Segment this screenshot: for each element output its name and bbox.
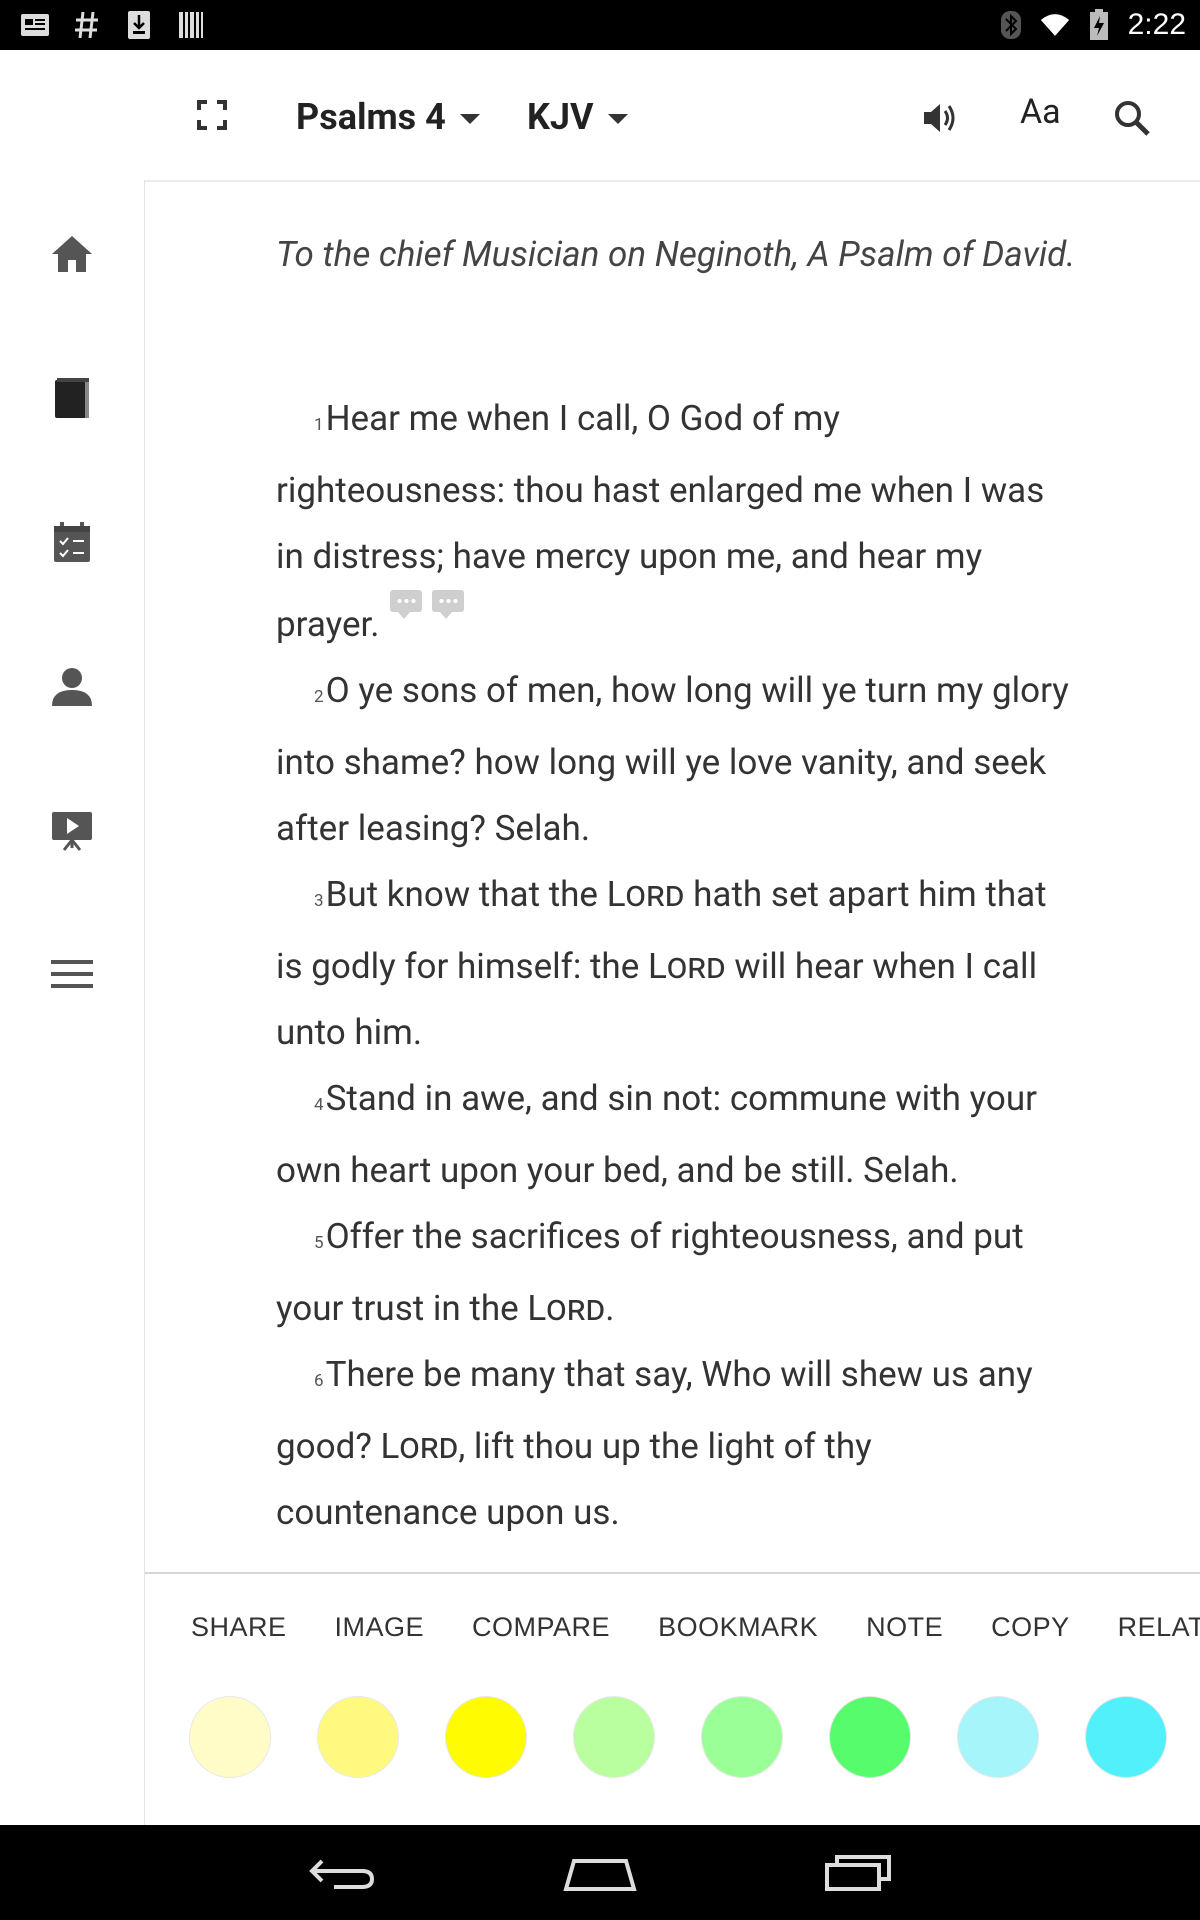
news-icon (20, 10, 50, 40)
divine-name: Lord (380, 1426, 459, 1467)
highlight-swatch[interactable] (957, 1696, 1039, 1778)
book-chapter-selector[interactable]: Psalms 4 (296, 96, 480, 138)
version-selector[interactable]: KJV (527, 96, 628, 138)
clock: 2:22 (1127, 8, 1186, 41)
compare-button[interactable]: COMPARE (472, 1612, 610, 1643)
sidebar-item-profile[interactable] (44, 658, 100, 714)
verse-number: 6 (314, 1371, 324, 1391)
home-button[interactable] (560, 1843, 640, 1903)
font-settings-label: Aa (1020, 92, 1061, 132)
bookmark-button[interactable]: BOOKMARK (658, 1612, 818, 1643)
menu-icon (51, 960, 93, 988)
search-icon (1115, 101, 1150, 136)
recents-icon (825, 1855, 891, 1891)
recents-button[interactable] (818, 1843, 898, 1903)
note-button[interactable]: NOTE (866, 1612, 943, 1643)
plans-icon (54, 522, 90, 562)
verse-text: O ye sons of men, how long will ye turn … (276, 670, 1069, 849)
reader-content[interactable]: To the chief Musician on Neginoth, A Psa… (145, 180, 1200, 1572)
verse-6[interactable]: 6There be many that say, Who will shew u… (276, 1342, 1076, 1546)
verse-number: 2 (314, 687, 324, 707)
fullscreen-button[interactable] (196, 95, 236, 135)
action-list: SHARE IMAGE COMPARE BOOKMARK NOTE COPY R… (191, 1612, 1200, 1643)
highlight-swatch[interactable] (189, 1696, 271, 1778)
profile-icon (52, 668, 92, 706)
verse-text: Offer the sacrifices of righteousness, a… (276, 1216, 1024, 1329)
image-button[interactable]: IMAGE (335, 1612, 425, 1643)
chevron-down-icon (607, 114, 628, 124)
home-icon (52, 236, 92, 272)
version-label: KJV (527, 96, 594, 138)
fullscreen-icon (197, 100, 227, 130)
sidebar-item-bible[interactable] (44, 370, 100, 426)
system-nav-bar (0, 1825, 1200, 1920)
battery-charging-icon (1084, 9, 1114, 40)
verse-3[interactable]: 3But know that the Lord hath set apart h… (276, 862, 1076, 1066)
download-icon (124, 10, 154, 40)
back-button[interactable] (303, 1843, 383, 1903)
divine-name: Lord (527, 1288, 606, 1329)
sidebar-item-menu[interactable] (44, 946, 100, 1002)
highlight-swatch[interactable] (317, 1696, 399, 1778)
sidebar-nav (0, 180, 145, 1825)
verse-number: 5 (314, 1233, 324, 1253)
sidebar-item-plans[interactable] (44, 514, 100, 570)
home-nav-icon (563, 1859, 637, 1891)
note-icon[interactable] (389, 590, 422, 619)
verse-text: Stand in awe, and sin not: commune with … (276, 1078, 1038, 1191)
barcode-icon (176, 10, 206, 40)
verse-text: But know that the (325, 874, 607, 915)
font-settings-button[interactable]: Aa (1020, 92, 1061, 132)
copy-button[interactable]: COPY (991, 1612, 1070, 1643)
verse-2[interactable]: 2O ye sons of men, how long will ye turn… (276, 658, 1076, 862)
search-button[interactable] (1112, 94, 1160, 142)
bible-icon (55, 378, 89, 418)
verse-text: . (605, 1288, 615, 1329)
chevron-down-icon (459, 114, 480, 124)
back-icon (309, 1859, 375, 1889)
highlight-swatch[interactable] (701, 1696, 783, 1778)
related-button[interactable]: RELATED (1118, 1612, 1200, 1643)
verse-4[interactable]: 4Stand in awe, and sin not: commune with… (276, 1066, 1076, 1204)
sidebar-item-videos[interactable] (44, 802, 100, 858)
book-chapter-label: Psalms 4 (296, 96, 446, 138)
videos-icon (52, 812, 92, 851)
verse-number: 3 (314, 891, 324, 911)
wifi-icon (1040, 10, 1070, 40)
divine-name: Lord (606, 874, 685, 915)
hash-icon (72, 10, 102, 40)
highlight-swatch[interactable] (573, 1696, 655, 1778)
divine-name: Lord (647, 946, 726, 987)
sidebar-item-home[interactable] (44, 226, 100, 282)
share-button[interactable]: SHARE (191, 1612, 287, 1643)
verse-5[interactable]: 5Offer the sacrifices of righteousness, … (276, 1204, 1076, 1342)
verse-list: 1Hear me when I call, O God of my righte… (276, 386, 1076, 1546)
highlight-swatch[interactable] (1085, 1696, 1167, 1778)
status-bar: 2:22 (0, 0, 1200, 50)
speaker-icon (924, 104, 955, 132)
verse-1[interactable]: 1Hear me when I call, O God of my righte… (276, 386, 1076, 658)
psalm-heading: To the chief Musician on Neginoth, A Psa… (276, 234, 1076, 275)
audio-button[interactable] (920, 94, 968, 142)
bluetooth-icon (996, 10, 1026, 40)
verse-number: 4 (314, 1095, 324, 1115)
highlight-color-picker (189, 1696, 1200, 1778)
highlight-swatch[interactable] (829, 1696, 911, 1778)
highlight-swatch[interactable] (445, 1696, 527, 1778)
verse-action-bar: SHARE IMAGE COMPARE BOOKMARK NOTE COPY R… (145, 1572, 1200, 1825)
verse-number: 1 (314, 415, 324, 435)
reader-toolbar: Psalms 4 KJV Aa (0, 50, 1200, 180)
note-icon[interactable] (431, 590, 464, 619)
